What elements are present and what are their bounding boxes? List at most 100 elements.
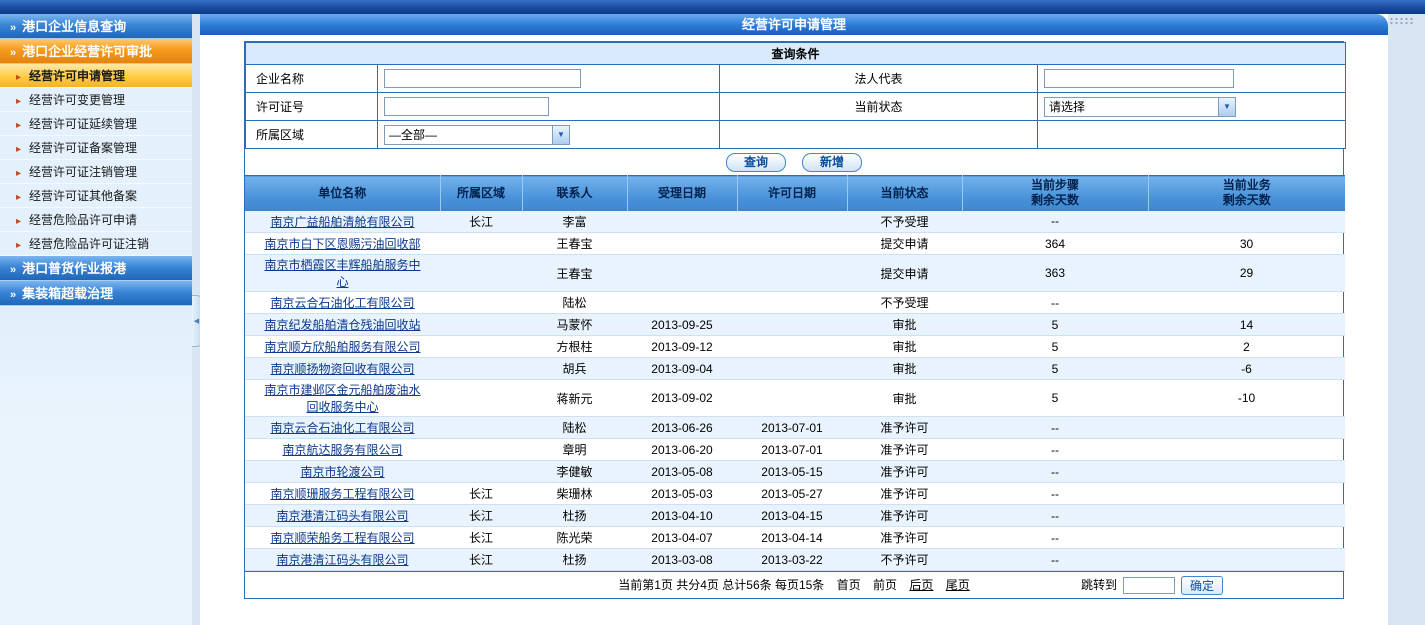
license-date-cell: 2013-04-14 <box>737 527 847 549</box>
company-link[interactable]: 南京顺方欣船舶服务有限公司 <box>264 340 420 354</box>
company-link[interactable]: 南京顺珊服务工程有限公司 <box>270 487 414 501</box>
region-cell <box>440 336 522 358</box>
status-select[interactable]: 请选择 ▼ <box>1044 97 1236 117</box>
contact-cell: 蒋新元 <box>522 380 627 417</box>
region-cell <box>440 314 522 336</box>
accept-date-cell: 2013-09-12 <box>627 336 737 358</box>
region-cell <box>440 417 522 439</box>
prev-page-link: 前页 <box>873 578 897 592</box>
sidebar-item-license-other-filing[interactable]: ▸经营许可证其他备案 <box>0 184 192 208</box>
jump-page-input[interactable] <box>1123 577 1175 594</box>
dropdown-arrow-icon: ▼ <box>1218 98 1235 116</box>
region-cell <box>440 439 522 461</box>
company-link[interactable]: 南京广益船舶清舱有限公司 <box>270 215 414 229</box>
step-days-cell: -- <box>962 439 1148 461</box>
company-name-cell: 南京顺珊服务工程有限公司 <box>245 483 440 505</box>
company-link[interactable]: 南京云合石油化工有限公司 <box>270 296 414 310</box>
sidebar-item-license-change[interactable]: ▸经营许可变更管理 <box>0 88 192 112</box>
sidebar-item-dangerous-goods-cancellation[interactable]: ▸经营危险品许可证注销 <box>0 232 192 256</box>
region-cell <box>440 358 522 380</box>
step-days-cell: -- <box>962 483 1148 505</box>
region-select[interactable]: —全部— ▼ <box>384 125 570 145</box>
company-link[interactable]: 南京市栖霞区丰辉船舶服务中心 <box>264 258 420 289</box>
step-days-cell: 5 <box>962 358 1148 380</box>
biz-days-cell: 29 <box>1148 255 1345 292</box>
sidebar-item-license-application[interactable]: ▸经营许可申请管理 <box>0 64 192 88</box>
arrow-icon: ▸ <box>16 96 21 107</box>
status-cell: 审批 <box>847 314 962 336</box>
arrow-icon: ▸ <box>16 216 21 227</box>
biz-days-cell: 14 <box>1148 314 1345 336</box>
license-date-cell <box>737 380 847 417</box>
sidebar-item-license-filing[interactable]: ▸经营许可证备案管理 <box>0 136 192 160</box>
status-cell: 审批 <box>847 358 962 380</box>
arrow-icon: ▸ <box>16 168 21 179</box>
region-cell: 长江 <box>440 483 522 505</box>
license-date-cell <box>737 314 847 336</box>
company-link[interactable]: 南京顺扬物资回收有限公司 <box>270 362 414 376</box>
accept-date-cell <box>627 211 737 233</box>
confirm-button[interactable]: 确定 <box>1181 576 1223 595</box>
table-row: 南京港清江码头有限公司 长江 杜扬 2013-04-10 2013-04-15 … <box>245 505 1345 527</box>
status-cell: 准予许可 <box>847 483 962 505</box>
accept-date-cell: 2013-09-25 <box>627 314 737 336</box>
sidebar-item-general-cargo-report[interactable]: »港口普货作业报港 <box>0 256 192 281</box>
company-link[interactable]: 南京市轮渡公司 <box>300 465 384 479</box>
last-page-link[interactable]: 尾页 <box>946 578 970 592</box>
step-days-cell: -- <box>962 211 1148 233</box>
company-link[interactable]: 南京市建邺区金元船舶废油水回收服务中心 <box>264 383 420 414</box>
sidebar-item-license-approval[interactable]: »港口企业经营许可审批 <box>0 39 192 64</box>
company-name-input[interactable] <box>384 69 581 88</box>
sidebar-item-label: 集装箱超载治理 <box>22 286 113 301</box>
contact-cell: 杜扬 <box>522 505 627 527</box>
license-date-cell <box>737 211 847 233</box>
query-title: 查询条件 <box>246 43 1346 65</box>
jump-to-page-group: 跳转到 确定 <box>1081 572 1223 598</box>
contact-cell: 杜扬 <box>522 549 627 571</box>
add-button[interactable]: 新增 <box>802 153 862 172</box>
jump-label: 跳转到 <box>1081 572 1117 599</box>
status-cell: 审批 <box>847 380 962 417</box>
sidebar-item-license-renewal[interactable]: ▸经营许可证延续管理 <box>0 112 192 136</box>
chevron-double-icon: » <box>10 264 16 276</box>
accept-date-cell: 2013-04-07 <box>627 527 737 549</box>
col-header-step-days: 当前步骤 剩余天数 <box>962 176 1148 211</box>
table-row: 南京顺珊服务工程有限公司 长江 柴珊林 2013-05-03 2013-05-2… <box>245 483 1345 505</box>
company-link[interactable]: 南京市白下区恩赐污油回收部 <box>264 237 420 251</box>
company-link[interactable]: 南京纪发船舶清仓残油回收站 <box>264 318 420 332</box>
status-cell: 准予许可 <box>847 417 962 439</box>
page-title: 经营许可申请管理 <box>742 17 846 32</box>
sidebar-item-enterprise-info-query[interactable]: »港口企业信息查询 <box>0 14 192 39</box>
company-name-cell: 南京顺荣船务工程有限公司 <box>245 527 440 549</box>
company-link[interactable]: 南京航达服务有限公司 <box>282 443 402 457</box>
page-title-bar: 经营许可申请管理 <box>200 14 1388 35</box>
next-page-link[interactable]: 后页 <box>909 578 933 592</box>
step-days-cell: 363 <box>962 255 1148 292</box>
company-name-cell: 南京航达服务有限公司 <box>245 439 440 461</box>
company-link[interactable]: 南京云合石油化工有限公司 <box>270 421 414 435</box>
table-row: 南京港清江码头有限公司 长江 杜扬 2013-03-08 2013-03-22 … <box>245 549 1345 571</box>
license-no-input[interactable] <box>384 97 549 116</box>
top-banner-bar <box>0 0 1425 14</box>
search-button[interactable]: 查询 <box>726 153 786 172</box>
sidebar-item-license-cancellation[interactable]: ▸ 经营许可证注销管理 <box>0 160 192 184</box>
sidebar-item-label: 港口企业信息查询 <box>22 19 126 34</box>
first-page-link: 首页 <box>837 578 861 592</box>
arrow-icon: ▸ <box>16 240 21 251</box>
company-link[interactable]: 南京港清江码头有限公司 <box>276 509 408 523</box>
sidebar-item-label: 经营许可证注销管理 <box>29 165 137 179</box>
biz-days-cell: -6 <box>1148 358 1345 380</box>
contact-cell: 陈光荣 <box>522 527 627 549</box>
sidebar-item-dangerous-goods-application[interactable]: ▸经营危险品许可申请 <box>0 208 192 232</box>
status-cell: 不予许可 <box>847 549 962 571</box>
sidebar-item-container-overload[interactable]: »集装箱超载治理 <box>0 281 192 306</box>
company-link[interactable]: 南京港清江码头有限公司 <box>276 553 408 567</box>
license-date-cell <box>737 255 847 292</box>
region-cell: 长江 <box>440 549 522 571</box>
step-days-cell: -- <box>962 505 1148 527</box>
company-name-cell: 南京云合石油化工有限公司 <box>245 292 440 314</box>
step-days-cell: 5 <box>962 380 1148 417</box>
company-name-cell: 南京顺方欣船舶服务有限公司 <box>245 336 440 358</box>
company-link[interactable]: 南京顺荣船务工程有限公司 <box>270 531 414 545</box>
legal-rep-input[interactable] <box>1044 69 1234 88</box>
